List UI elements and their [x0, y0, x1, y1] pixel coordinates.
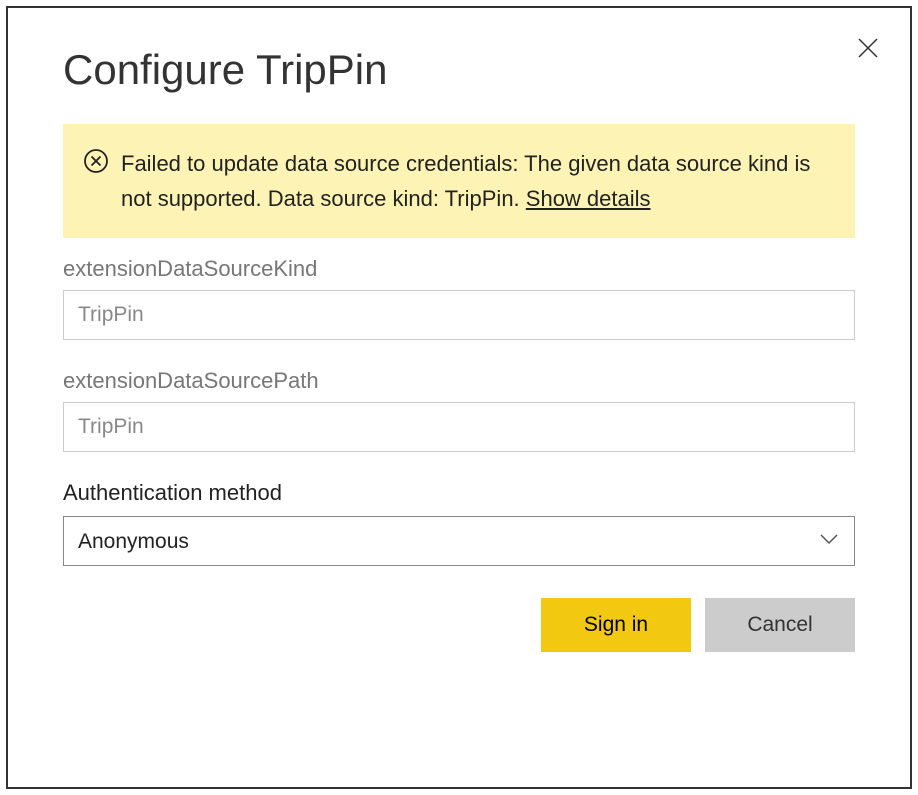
- error-icon: [83, 148, 109, 179]
- auth-method-select[interactable]: Anonymous: [63, 516, 855, 566]
- button-row: Sign in Cancel: [63, 598, 855, 652]
- error-banner: Failed to update data source credentials…: [63, 124, 855, 238]
- field-kind: extensionDataSourceKind: [63, 256, 855, 340]
- close-button[interactable]: [856, 36, 880, 65]
- dialog-title: Configure TripPin: [63, 46, 855, 94]
- field-path-input: [63, 402, 855, 452]
- field-auth: Authentication method Anonymous: [63, 480, 855, 566]
- show-details-link[interactable]: Show details: [526, 186, 651, 211]
- configure-dialog: Configure TripPin Failed to update data …: [6, 6, 912, 789]
- field-kind-label: extensionDataSourceKind: [63, 256, 855, 282]
- close-icon: [856, 47, 880, 64]
- field-path: extensionDataSourcePath: [63, 368, 855, 452]
- auth-select-wrapper: Anonymous: [63, 516, 855, 566]
- sign-in-button[interactable]: Sign in: [541, 598, 691, 652]
- error-message: Failed to update data source credentials…: [121, 146, 835, 216]
- field-kind-input: [63, 290, 855, 340]
- error-message-text: Failed to update data source credentials…: [121, 151, 810, 211]
- field-path-label: extensionDataSourcePath: [63, 368, 855, 394]
- cancel-button[interactable]: Cancel: [705, 598, 855, 652]
- field-auth-label: Authentication method: [63, 480, 855, 506]
